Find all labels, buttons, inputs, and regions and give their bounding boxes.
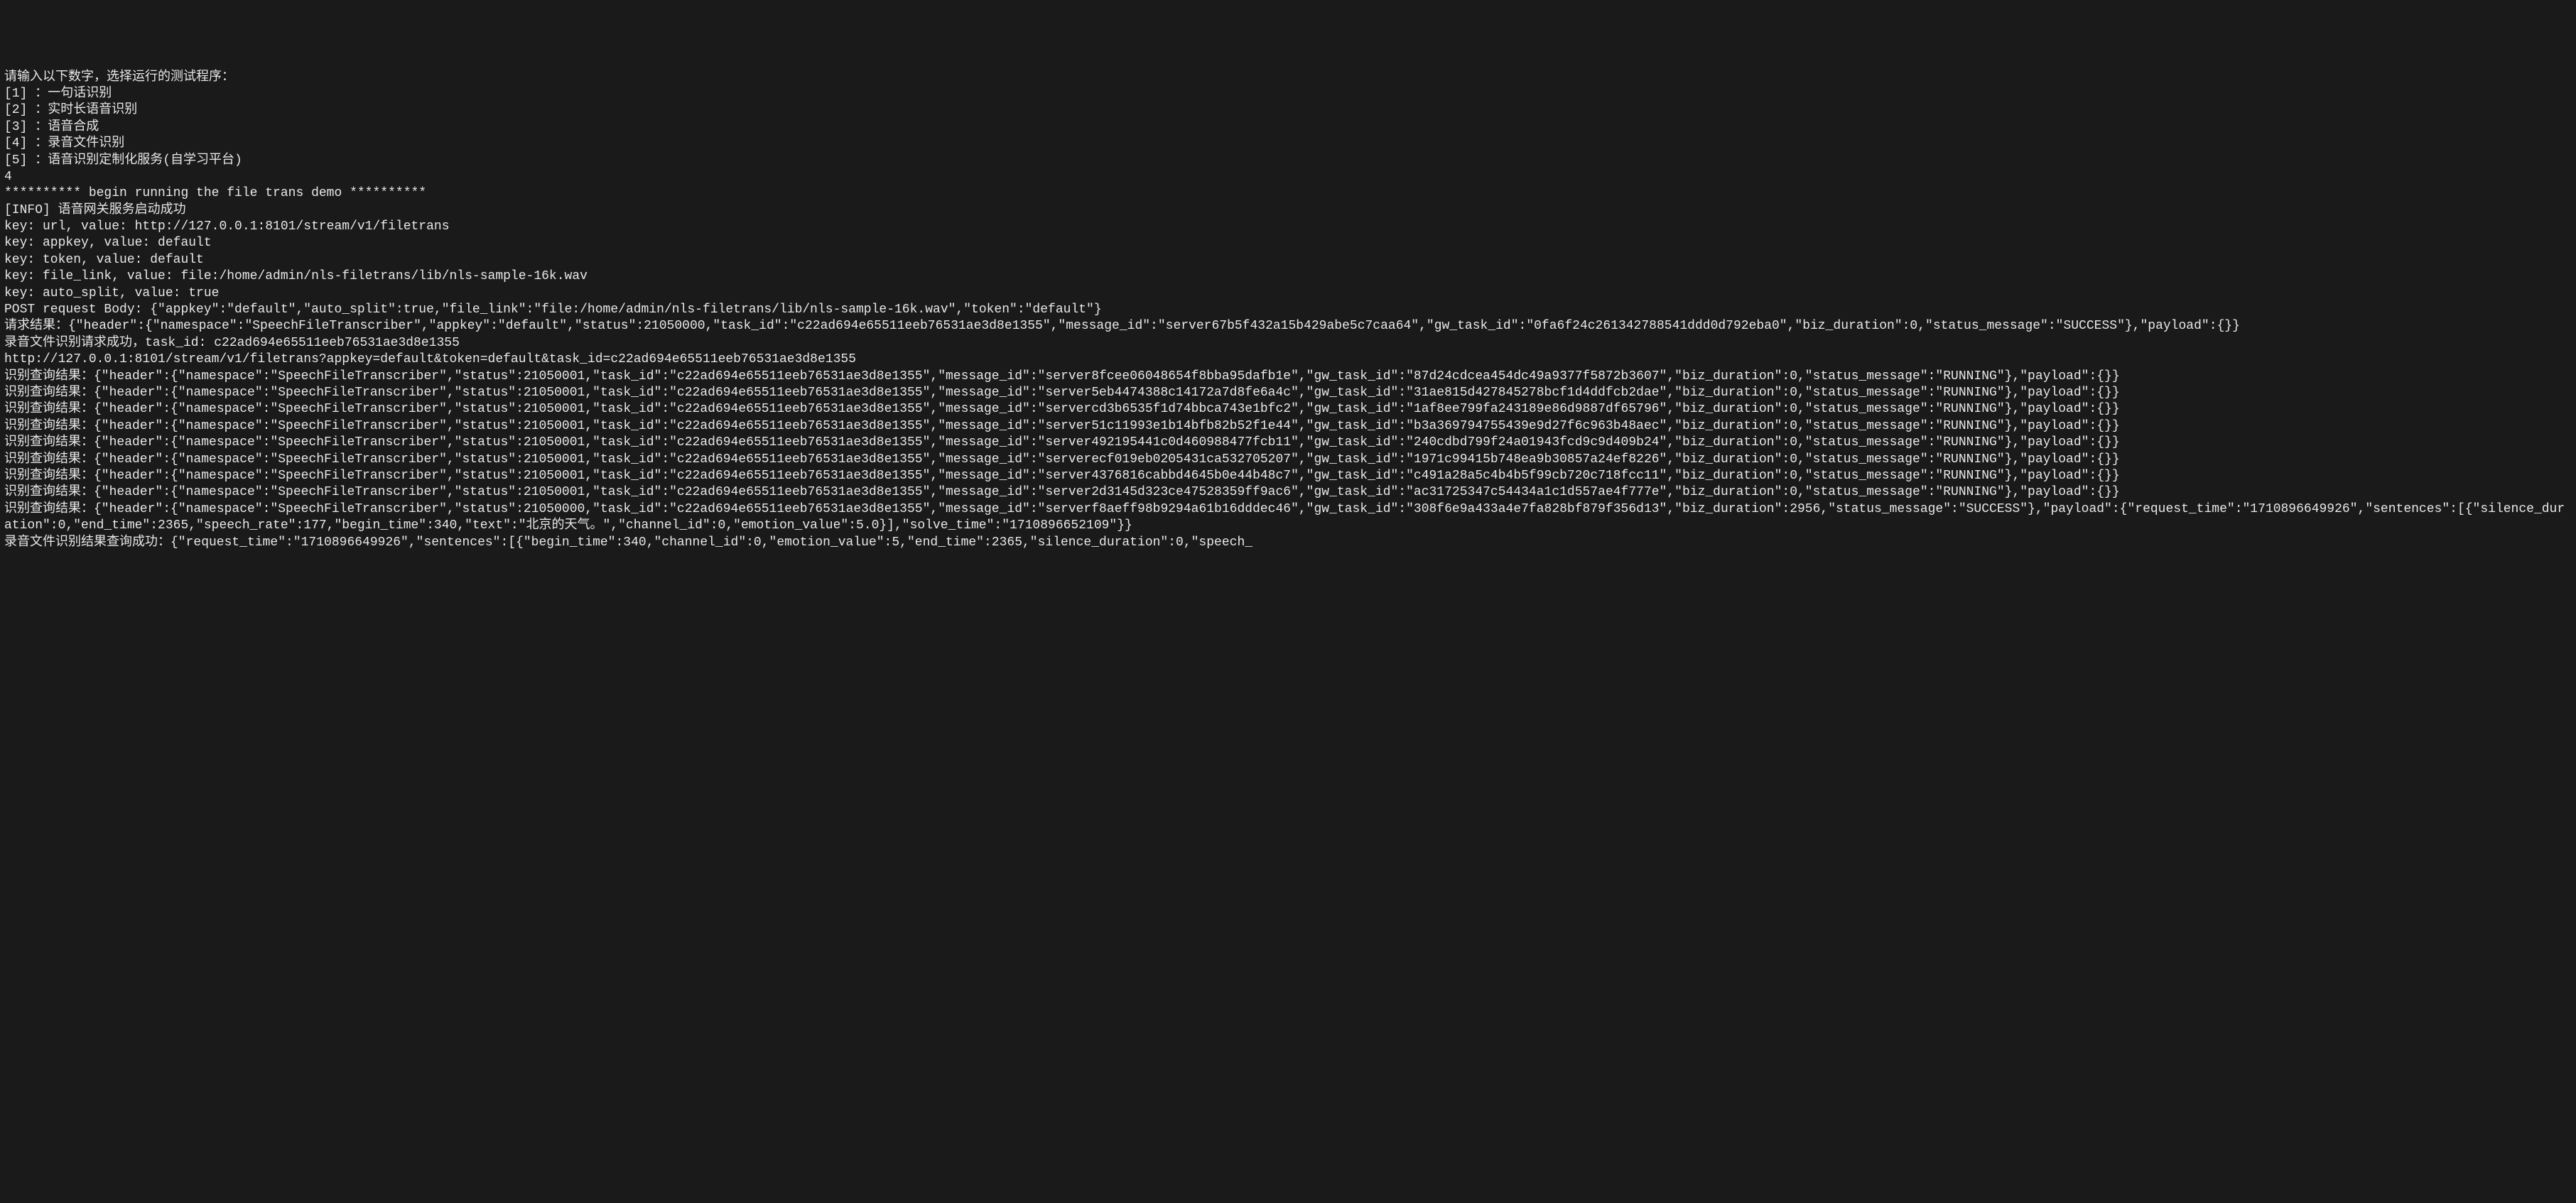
terminal-line: [INFO] 语音网关服务启动成功	[4, 202, 2572, 219]
terminal-line: key: token, value: default	[4, 252, 2572, 268]
terminal-line: [2] ：实时长语音识别	[4, 102, 2572, 119]
terminal-line: 识别查询结果：{"header":{"namespace":"SpeechFil…	[4, 385, 2572, 401]
terminal-line: [5] ：语音识别定制化服务(自学习平台)	[4, 153, 2572, 169]
terminal-line: 识别查询结果：{"header":{"namespace":"SpeechFil…	[4, 418, 2572, 435]
terminal-line: [3] ：语音合成	[4, 119, 2572, 136]
terminal-line: ********** begin running the file trans …	[4, 185, 2572, 202]
terminal-line: 识别查询结果：{"header":{"namespace":"SpeechFil…	[4, 484, 2572, 501]
terminal-line: key: appkey, value: default	[4, 235, 2572, 251]
terminal-line: [1] ：一句话识别	[4, 86, 2572, 102]
terminal-line: 录音文件识别结果查询成功：{"request_time":"1710896649…	[4, 535, 2572, 551]
terminal-line: [4] ：录音文件识别	[4, 136, 2572, 152]
terminal-line: POST request Body: {"appkey":"default","…	[4, 302, 2572, 318]
terminal-output[interactable]: 请输入以下数字，选择运行的测试程序：[1] ：一句话识别[2] ：实时长语音识别…	[4, 70, 2572, 551]
terminal-line: 识别查询结果：{"header":{"namespace":"SpeechFil…	[4, 435, 2572, 451]
terminal-line: key: auto_split, value: true	[4, 285, 2572, 302]
terminal-line: 识别查询结果：{"header":{"namespace":"SpeechFil…	[4, 401, 2572, 418]
terminal-line: key: file_link, value: file:/home/admin/…	[4, 268, 2572, 285]
terminal-line: 4	[4, 169, 2572, 185]
terminal-line: key: url, value: http://127.0.0.1:8101/s…	[4, 219, 2572, 235]
terminal-line: 录音文件识别请求成功，task_id: c22ad694e65511eeb765…	[4, 335, 2572, 352]
terminal-line: http://127.0.0.1:8101/stream/v1/filetran…	[4, 352, 2572, 368]
terminal-line: 识别查询结果：{"header":{"namespace":"SpeechFil…	[4, 501, 2572, 535]
terminal-line: 请输入以下数字，选择运行的测试程序：	[4, 70, 2572, 86]
terminal-line: 识别查询结果：{"header":{"namespace":"SpeechFil…	[4, 369, 2572, 385]
terminal-line: 识别查询结果：{"header":{"namespace":"SpeechFil…	[4, 468, 2572, 484]
terminal-line: 请求结果：{"header":{"namespace":"SpeechFileT…	[4, 318, 2572, 334]
terminal-line: 识别查询结果：{"header":{"namespace":"SpeechFil…	[4, 452, 2572, 468]
